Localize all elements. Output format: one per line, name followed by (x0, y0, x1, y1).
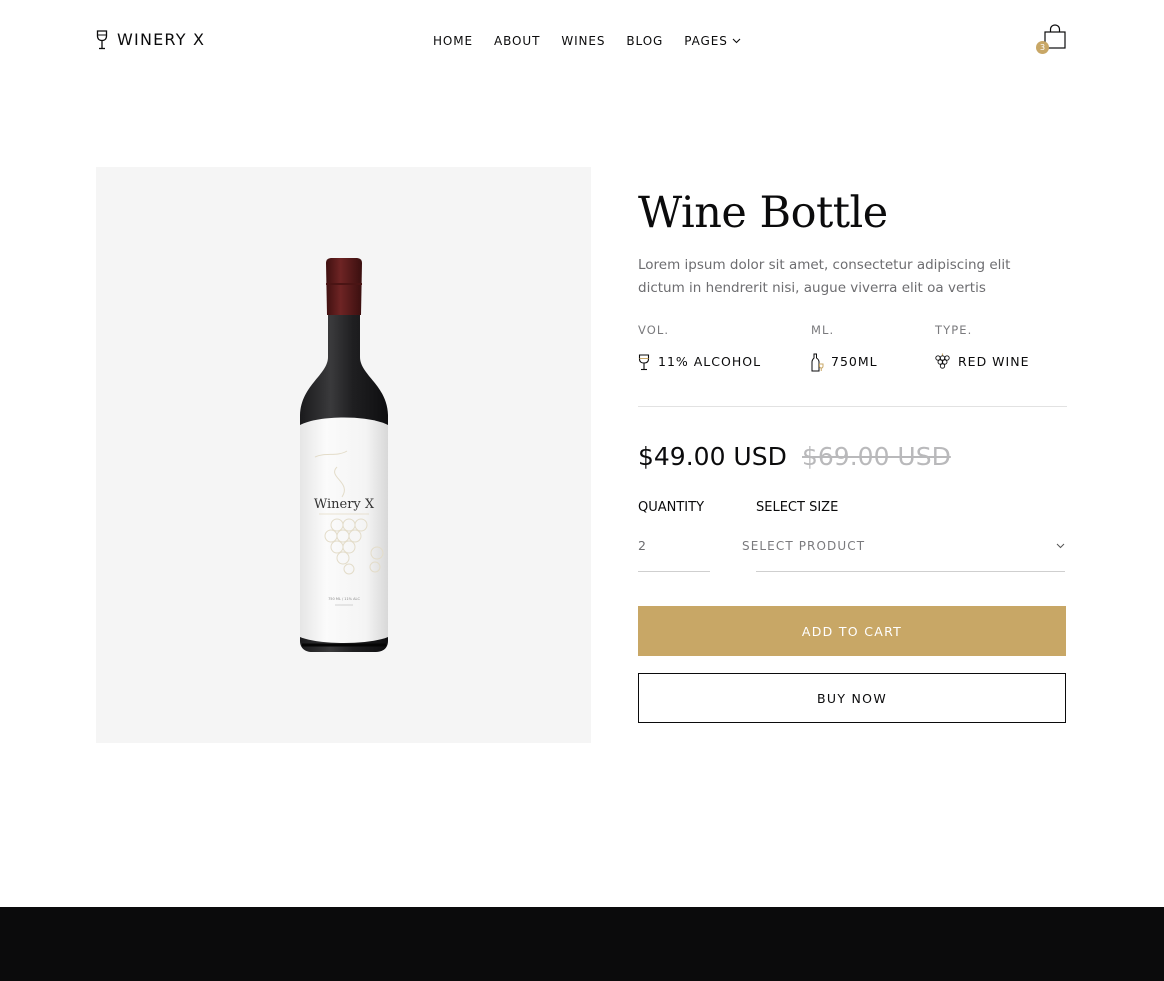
spec-label-type: TYPE. (935, 323, 973, 337)
nav-wines[interactable]: WINES (561, 33, 605, 49)
spec-value-ml: 750ML (811, 352, 878, 372)
grapes-icon (935, 353, 950, 369)
wine-glass-icon (638, 353, 650, 370)
main-nav: HOME ABOUT WINES BLOG PAGES (433, 33, 741, 49)
nav-pages[interactable]: PAGES (684, 33, 741, 49)
size-select-value: SELECT PRODUCT (742, 539, 866, 553)
nav-home[interactable]: HOME (433, 33, 473, 49)
logo[interactable]: WINERY X (96, 30, 205, 50)
size-select[interactable]: SELECT PRODUCT (742, 531, 1065, 572)
spec-label-ml: ML. (811, 323, 835, 337)
spec-value-volume-text: 11% ALCOHOL (658, 354, 762, 369)
buy-now-button[interactable]: BUY NOW (638, 673, 1066, 723)
product-title: Wine Bottle (638, 188, 888, 238)
spec-value-type: RED WINE (935, 352, 1029, 372)
bottle-icon (811, 353, 824, 371)
size-select-underline (756, 571, 1065, 572)
cart-count-badge: 3 (1036, 41, 1049, 54)
spec-value-ml-text: 750ML (831, 354, 878, 369)
add-to-cart-button[interactable]: ADD TO CART (638, 606, 1066, 656)
product-description: Lorem ipsum dolor sit amet, consectetur … (638, 257, 1011, 296)
nav-pages-label: PAGES (684, 34, 728, 48)
nav-blog[interactable]: BLOG (626, 33, 663, 49)
logo-text: WINERY X (117, 30, 206, 49)
nav-about[interactable]: ABOUT (494, 33, 540, 49)
bottle-label-subtext: 750 ML / 11% ALC (328, 597, 360, 601)
product-image: Winery X 750 ML / 11% ALC (300, 258, 388, 652)
chevron-down-icon (732, 38, 741, 44)
wine-glass-icon (96, 30, 108, 50)
spec-label-volume: VOL. (638, 323, 670, 337)
spec-value-volume: 11% ALCOHOL (638, 352, 761, 372)
spec-value-type-text: RED WINE (958, 354, 1030, 369)
product-image-panel: Winery X 750 ML / 11% ALC (96, 167, 591, 743)
product-price: $49.00 USD (638, 442, 787, 471)
cart-button[interactable]: 3 (1034, 24, 1068, 56)
chevron-down-icon (1056, 543, 1065, 549)
divider (638, 406, 1067, 407)
quantity-input[interactable] (638, 531, 710, 572)
quantity-label: QUANTITY (638, 500, 705, 515)
footer (0, 907, 1164, 981)
bottle-label-text: Winery X (314, 497, 375, 512)
product-old-price: $69.00 USD (802, 442, 951, 471)
size-label: SELECT SIZE (756, 500, 839, 515)
